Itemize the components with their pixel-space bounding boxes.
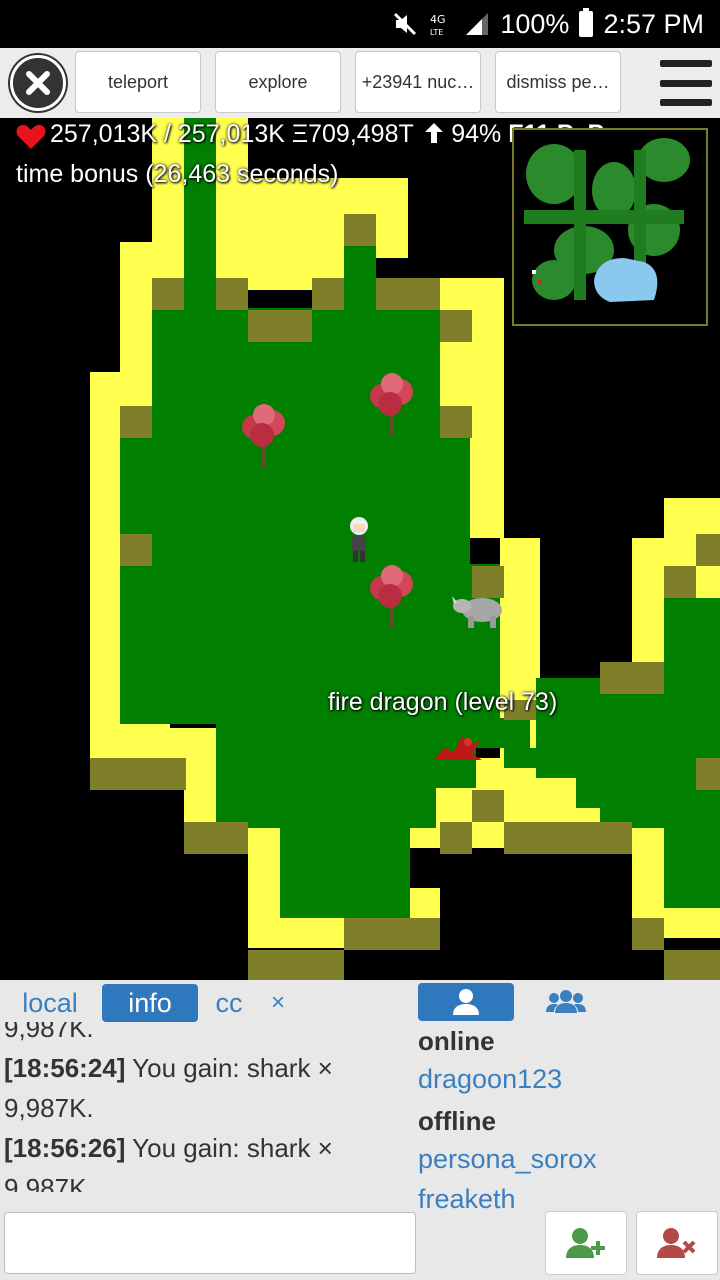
menu-bar-icon [660,79,712,87]
time-bonus-text: time bonus (26,463 seconds) [16,160,339,188]
player-avatar-icon[interactable] [344,516,374,564]
user-plus-icon [566,1228,605,1258]
top-toolbar: teleport explore +23941 nuc… dismiss pe… [0,48,720,118]
stats-text: 257,013K / 257,013K Ξ709,498T [50,120,414,148]
signal-icon [466,13,489,35]
tab-local[interactable]: local [8,984,92,1022]
percent-text: 94% [451,120,502,148]
game-canvas[interactable]: fire dragon (level 73) 257,013K / 257,01… [0,118,720,980]
close-tab-button[interactable]: × [262,984,294,1022]
chat-log[interactable]: 9,987K. [18:56:24] You gain: shark × 9,9… [4,1022,414,1192]
mute-icon [394,12,417,36]
chat-line-partial: 9,987K. [4,1022,94,1043]
menu-bar-icon [660,60,712,67]
dismiss-button[interactable]: dismiss pe… [495,51,621,113]
remove-friend-button[interactable] [636,1211,718,1275]
minimap-drawing [520,134,700,320]
player-name-offline[interactable]: persona_sorox [418,1144,597,1175]
explore-button[interactable]: explore [215,51,341,113]
chat-message-cont: 9,987K. [4,1173,94,1192]
player-list: online dragoon123 offline persona_sorox … [418,980,720,1212]
chat-timestamp: [18:56:26] [4,1133,126,1163]
tab-cc[interactable]: cc [208,984,250,1022]
hamburger-menu-button[interactable] [660,60,712,106]
clock: 2:57 PM [603,8,704,39]
arrow-up-icon [425,123,444,143]
heart-icon [16,125,46,149]
tree-icon [370,565,413,628]
menu-bar-icon [660,99,712,106]
status-bar: 4G LTE 100% 2:57 PM [0,0,720,48]
tab-info[interactable]: info [102,984,198,1022]
user-times-icon [657,1228,696,1258]
users-icon [546,990,586,1013]
tab-group[interactable] [528,983,604,1021]
teleport-button[interactable]: teleport [75,51,201,113]
chat-message: [18:56:24] You gain: shark × [4,1048,414,1088]
tree-icon [242,404,285,467]
chat-text: You gain: shark × [125,1053,333,1083]
tab-friends[interactable] [418,983,514,1021]
chat-timestamp: [18:56:24] [4,1053,126,1083]
nuc-button[interactable]: +23941 nuc… [355,51,481,113]
battery-percent: 100% [500,8,570,39]
user-icon [453,989,479,1015]
player-name-offline[interactable]: freaketh [418,1184,516,1212]
chat-text: You gain: shark × [125,1133,333,1163]
minimap[interactable] [512,128,708,326]
chat-message: [18:56:26] You gain: shark × [4,1128,414,1168]
chat-input[interactable] [4,1212,416,1274]
monster-label: fire dragon (level 73) [328,688,558,716]
tree-icon [370,373,413,436]
svg-text:LTE: LTE [430,28,443,37]
offline-heading: offline [418,1106,496,1136]
player-name-online[interactable]: dragoon123 [418,1064,562,1095]
rhino-monster-icon[interactable] [452,590,506,630]
add-friend-button[interactable] [545,1211,627,1275]
close-button[interactable] [10,55,66,111]
bottom-panel: local info cc × 9,987K. [18:56:24] You g… [0,980,720,1280]
online-heading: online [418,1026,495,1056]
battery-icon [579,8,594,37]
svg-text:4G: 4G [430,13,446,26]
chat-message-cont: 9,987K. [4,1093,94,1123]
4g-lte-icon: 4G LTE [430,13,446,37]
fire-dragon-icon[interactable] [430,730,484,764]
close-icon [26,71,50,95]
chat-tabs: local info cc × [0,980,410,1026]
